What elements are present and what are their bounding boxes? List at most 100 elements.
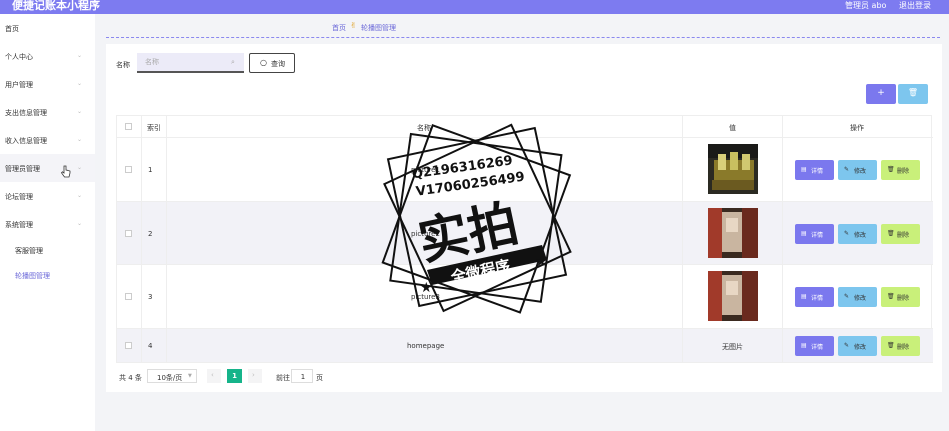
pointer-cursor-icon <box>60 165 71 178</box>
document-icon: ▤ <box>801 230 807 237</box>
delete-label: 删除 <box>897 295 910 302</box>
delete-button[interactable]: 🗑 删除 <box>881 224 920 244</box>
chevron-down-icon: ▼ <box>188 373 192 379</box>
delete-button[interactable]: 🗑 删除 <box>881 160 920 180</box>
edit-label: 修改 <box>854 232 867 239</box>
sidebar-item-label: 支出信息管理 <box>5 109 47 117</box>
pagination-total: 共 4 条 <box>119 374 142 382</box>
search-label: 名称 <box>116 61 130 69</box>
delete-label: 删除 <box>897 344 910 351</box>
admin-name[interactable]: 管理员 abo <box>845 0 886 11</box>
page-size-value: 10条/页 <box>157 374 183 382</box>
sidebar-item-label: 收入信息管理 <box>5 137 47 145</box>
delete-button[interactable]: 🗑 删除 <box>881 336 920 356</box>
row-name: picture1 <box>411 166 440 174</box>
edit-button[interactable]: ✎ 修改 <box>838 287 877 307</box>
data-table: 索引 名称 值 操作 1 picture1 ▤ 详情 ✎ 修改 🗑 删除 2 p… <box>116 115 933 363</box>
sidebar-item-users[interactable]: 用户管理 ⌄ <box>0 70 95 98</box>
pencil-icon: ✎ <box>844 166 850 173</box>
prev-page-button[interactable]: ‹ <box>207 369 221 383</box>
trash-icon: 🗑 <box>887 342 895 349</box>
chevron-down-icon: ⌄ <box>77 192 83 199</box>
table-header: 索引 名称 值 操作 <box>117 116 933 138</box>
sidebar-subitem-label: 轮播图管理 <box>15 272 50 280</box>
row-name: homepage <box>407 342 445 350</box>
detail-label: 详情 <box>811 232 824 239</box>
chevron-right-icon: › <box>252 371 255 379</box>
sidebar-subitem-service[interactable]: 客服管理 <box>0 238 95 262</box>
sidebar-item-expense[interactable]: 支出信息管理 ⌄ <box>0 98 95 126</box>
header-actions: 操作 <box>850 124 864 132</box>
sidebar-item-income[interactable]: 收入信息管理 ⌄ <box>0 126 95 154</box>
delete-button[interactable]: 🗑 删除 <box>881 287 920 307</box>
detail-label: 详情 <box>811 344 824 351</box>
row-thumbnail[interactable] <box>708 271 758 321</box>
search-input[interactable] <box>137 53 244 73</box>
detail-button[interactable]: ▤ 详情 <box>795 336 834 356</box>
table-row: 1 picture1 ▤ 详情 ✎ 修改 🗑 删除 <box>117 138 933 202</box>
row-index: 1 <box>148 166 153 174</box>
trash-icon: 🗑 <box>907 88 919 97</box>
page-size-select[interactable]: 10条/页 ▼ <box>147 369 197 383</box>
row-checkbox[interactable] <box>125 230 132 237</box>
detail-button[interactable]: ▤ 详情 <box>795 224 834 244</box>
detail-button[interactable]: ▤ 详情 <box>795 287 834 307</box>
goto-label: 前往 <box>276 374 290 382</box>
edit-label: 修改 <box>854 295 867 302</box>
goto-page-input[interactable]: 1 <box>291 369 313 383</box>
sidebar-item-admins[interactable]: 管理员管理 ⌄ <box>0 154 95 182</box>
row-index: 4 <box>148 342 153 350</box>
pencil-icon: ✎ <box>844 230 850 237</box>
document-icon: ▤ <box>801 293 807 300</box>
chevron-down-icon: ⌄ <box>77 220 83 227</box>
sidebar-subitem-carousel[interactable]: 轮播图管理 <box>0 263 95 287</box>
sidebar-item-home[interactable]: 首页 <box>0 14 95 42</box>
sidebar-item-label: 首页 <box>5 25 19 33</box>
header-index: 索引 <box>147 124 161 132</box>
row-name: picture2 <box>411 230 440 238</box>
breadcrumb-home[interactable]: 首页 <box>332 23 346 33</box>
edit-label: 修改 <box>854 168 867 175</box>
page-number-label: 1 <box>232 372 237 380</box>
sidebar-item-forum[interactable]: 论坛管理 ⌄ <box>0 182 95 210</box>
detail-label: 详情 <box>811 168 824 175</box>
row-index: 2 <box>148 230 153 238</box>
row-thumbnail[interactable] <box>708 144 758 194</box>
plus-icon: + <box>877 88 885 98</box>
row-checkbox[interactable] <box>125 293 132 300</box>
row-checkbox[interactable] <box>125 342 132 349</box>
delete-label: 删除 <box>897 232 910 239</box>
page-unit-label: 页 <box>316 374 323 382</box>
header-value: 值 <box>729 124 736 132</box>
batch-delete-button[interactable]: 🗑 <box>898 84 928 104</box>
sidebar-subitem-label: 客服管理 <box>15 247 43 255</box>
goto-page-value: 1 <box>300 373 306 381</box>
detail-label: 详情 <box>811 295 824 302</box>
chevron-down-icon: ⌄ <box>77 80 83 87</box>
chevron-left-icon: ‹ <box>211 371 214 379</box>
sidebar-item-system[interactable]: 系统管理 ⌄ <box>0 210 95 238</box>
detail-button[interactable]: ▤ 详情 <box>795 160 834 180</box>
table-row: 3 picture3 ▤ 详情 ✎ 修改 🗑 删除 <box>117 265 933 329</box>
edit-button[interactable]: ✎ 修改 <box>838 160 877 180</box>
edit-button[interactable]: ✎ 修改 <box>838 224 877 244</box>
delete-label: 删除 <box>897 168 910 175</box>
breadcrumb: 首页 ✌ 轮播图管理 <box>106 14 940 38</box>
breadcrumb-icon: ✌ <box>350 21 357 30</box>
query-button[interactable]: ○ 查询 <box>249 53 295 73</box>
add-button[interactable]: + <box>866 84 896 104</box>
page-number-current[interactable]: 1 <box>227 369 242 383</box>
select-all-checkbox[interactable] <box>125 123 132 130</box>
edit-button[interactable]: ✎ 修改 <box>838 336 877 356</box>
row-thumbnail[interactable] <box>708 208 758 258</box>
sidebar: 首页 个人中心 ⌄ 用户管理 ⌄ 支出信息管理 ⌄ 收入信息管理 ⌄ 管理员管理 ⌄ 论坛… <box>0 14 95 431</box>
chevron-down-icon: ⌄ <box>77 164 83 171</box>
table-row: 4 homepage 无图片 ▤ 详情 ✎ 修改 🗑 删除 <box>117 329 933 363</box>
trash-icon: 🗑 <box>887 230 895 237</box>
row-checkbox[interactable] <box>125 166 132 173</box>
next-page-button[interactable]: › <box>248 369 262 383</box>
pagination: 共 4 条 10条/页 ▼ ‹ 1 › 前往 1 页 <box>116 369 416 385</box>
sidebar-item-personal[interactable]: 个人中心 ⌄ <box>0 42 95 70</box>
logout-link[interactable]: 退出登录 <box>899 0 931 11</box>
trash-icon: 🗑 <box>887 293 895 300</box>
